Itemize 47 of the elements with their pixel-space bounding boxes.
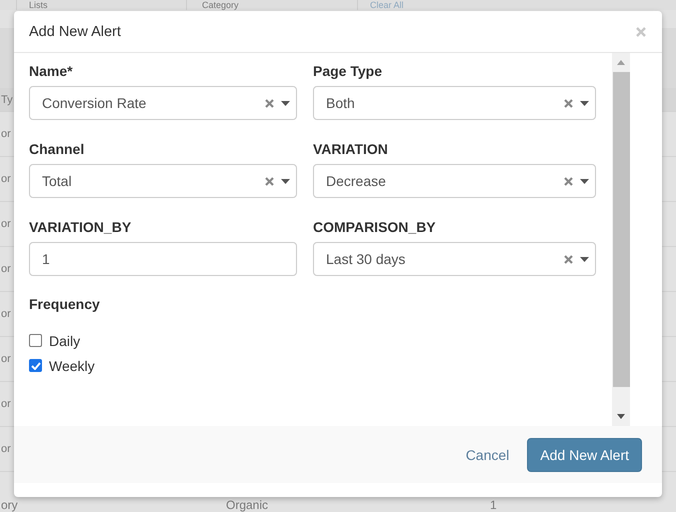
clear-icon[interactable] [265, 176, 274, 186]
caret-icon[interactable] [580, 100, 589, 106]
column-header: Ty [1, 94, 13, 106]
table-cell: or [1, 353, 11, 365]
scroll-down-icon[interactable] [617, 414, 625, 419]
scroll-up-icon[interactable] [617, 60, 625, 65]
checkbox-label: Daily [49, 332, 80, 348]
dialog-title: Add New Alert [29, 24, 121, 40]
table-cell: 1 [490, 498, 497, 512]
field-label: Channel [29, 141, 86, 158]
caret-icon[interactable] [580, 178, 589, 184]
select-field[interactable]: Both [313, 86, 596, 120]
clear-icon[interactable] [564, 254, 573, 264]
caret-icon[interactable] [281, 178, 290, 184]
scrollbar[interactable] [612, 53, 630, 426]
clear-icon[interactable] [564, 98, 573, 108]
table-cell: or [1, 218, 11, 230]
table-cell-text: ory [1, 498, 19, 512]
field-label: VARIATION_BY [29, 219, 132, 236]
select-field[interactable]: Conversion Rate [29, 86, 297, 120]
clear-icon[interactable] [265, 98, 274, 108]
select-field[interactable]: Last 30 days [313, 242, 596, 276]
clear-icon[interactable] [564, 176, 573, 186]
table-cell-text: Organic [226, 498, 270, 512]
caret-icon[interactable] [580, 256, 589, 262]
caret-icon[interactable] [281, 100, 290, 106]
field-label: Name* [29, 63, 74, 80]
table-cell: or [1, 128, 11, 140]
checkbox[interactable] [29, 359, 42, 372]
select-field[interactable]: Total [29, 164, 297, 198]
cancel-button[interactable]: Cancel [466, 440, 510, 468]
field-label: Page Type [313, 63, 383, 80]
input-field[interactable]: 1 [29, 242, 297, 276]
table-cell: or [1, 173, 11, 185]
add-alert-button[interactable]: Add New Alert [527, 438, 642, 472]
field-label: COMPARISON_BY [313, 219, 437, 236]
table-cell: or [1, 308, 11, 320]
filter-label: Category [186, 0, 357, 10]
table-cell: or [1, 263, 11, 275]
filter-label: Lists [16, 0, 186, 10]
checkbox-label: Weekly [49, 358, 95, 374]
field-label: Frequency [29, 296, 101, 313]
table-cell: or [1, 443, 11, 455]
field-label: VARIATION [313, 141, 389, 158]
table-cell: or [1, 398, 11, 410]
select-field[interactable]: Decrease [313, 164, 596, 198]
checkbox[interactable] [29, 334, 42, 347]
